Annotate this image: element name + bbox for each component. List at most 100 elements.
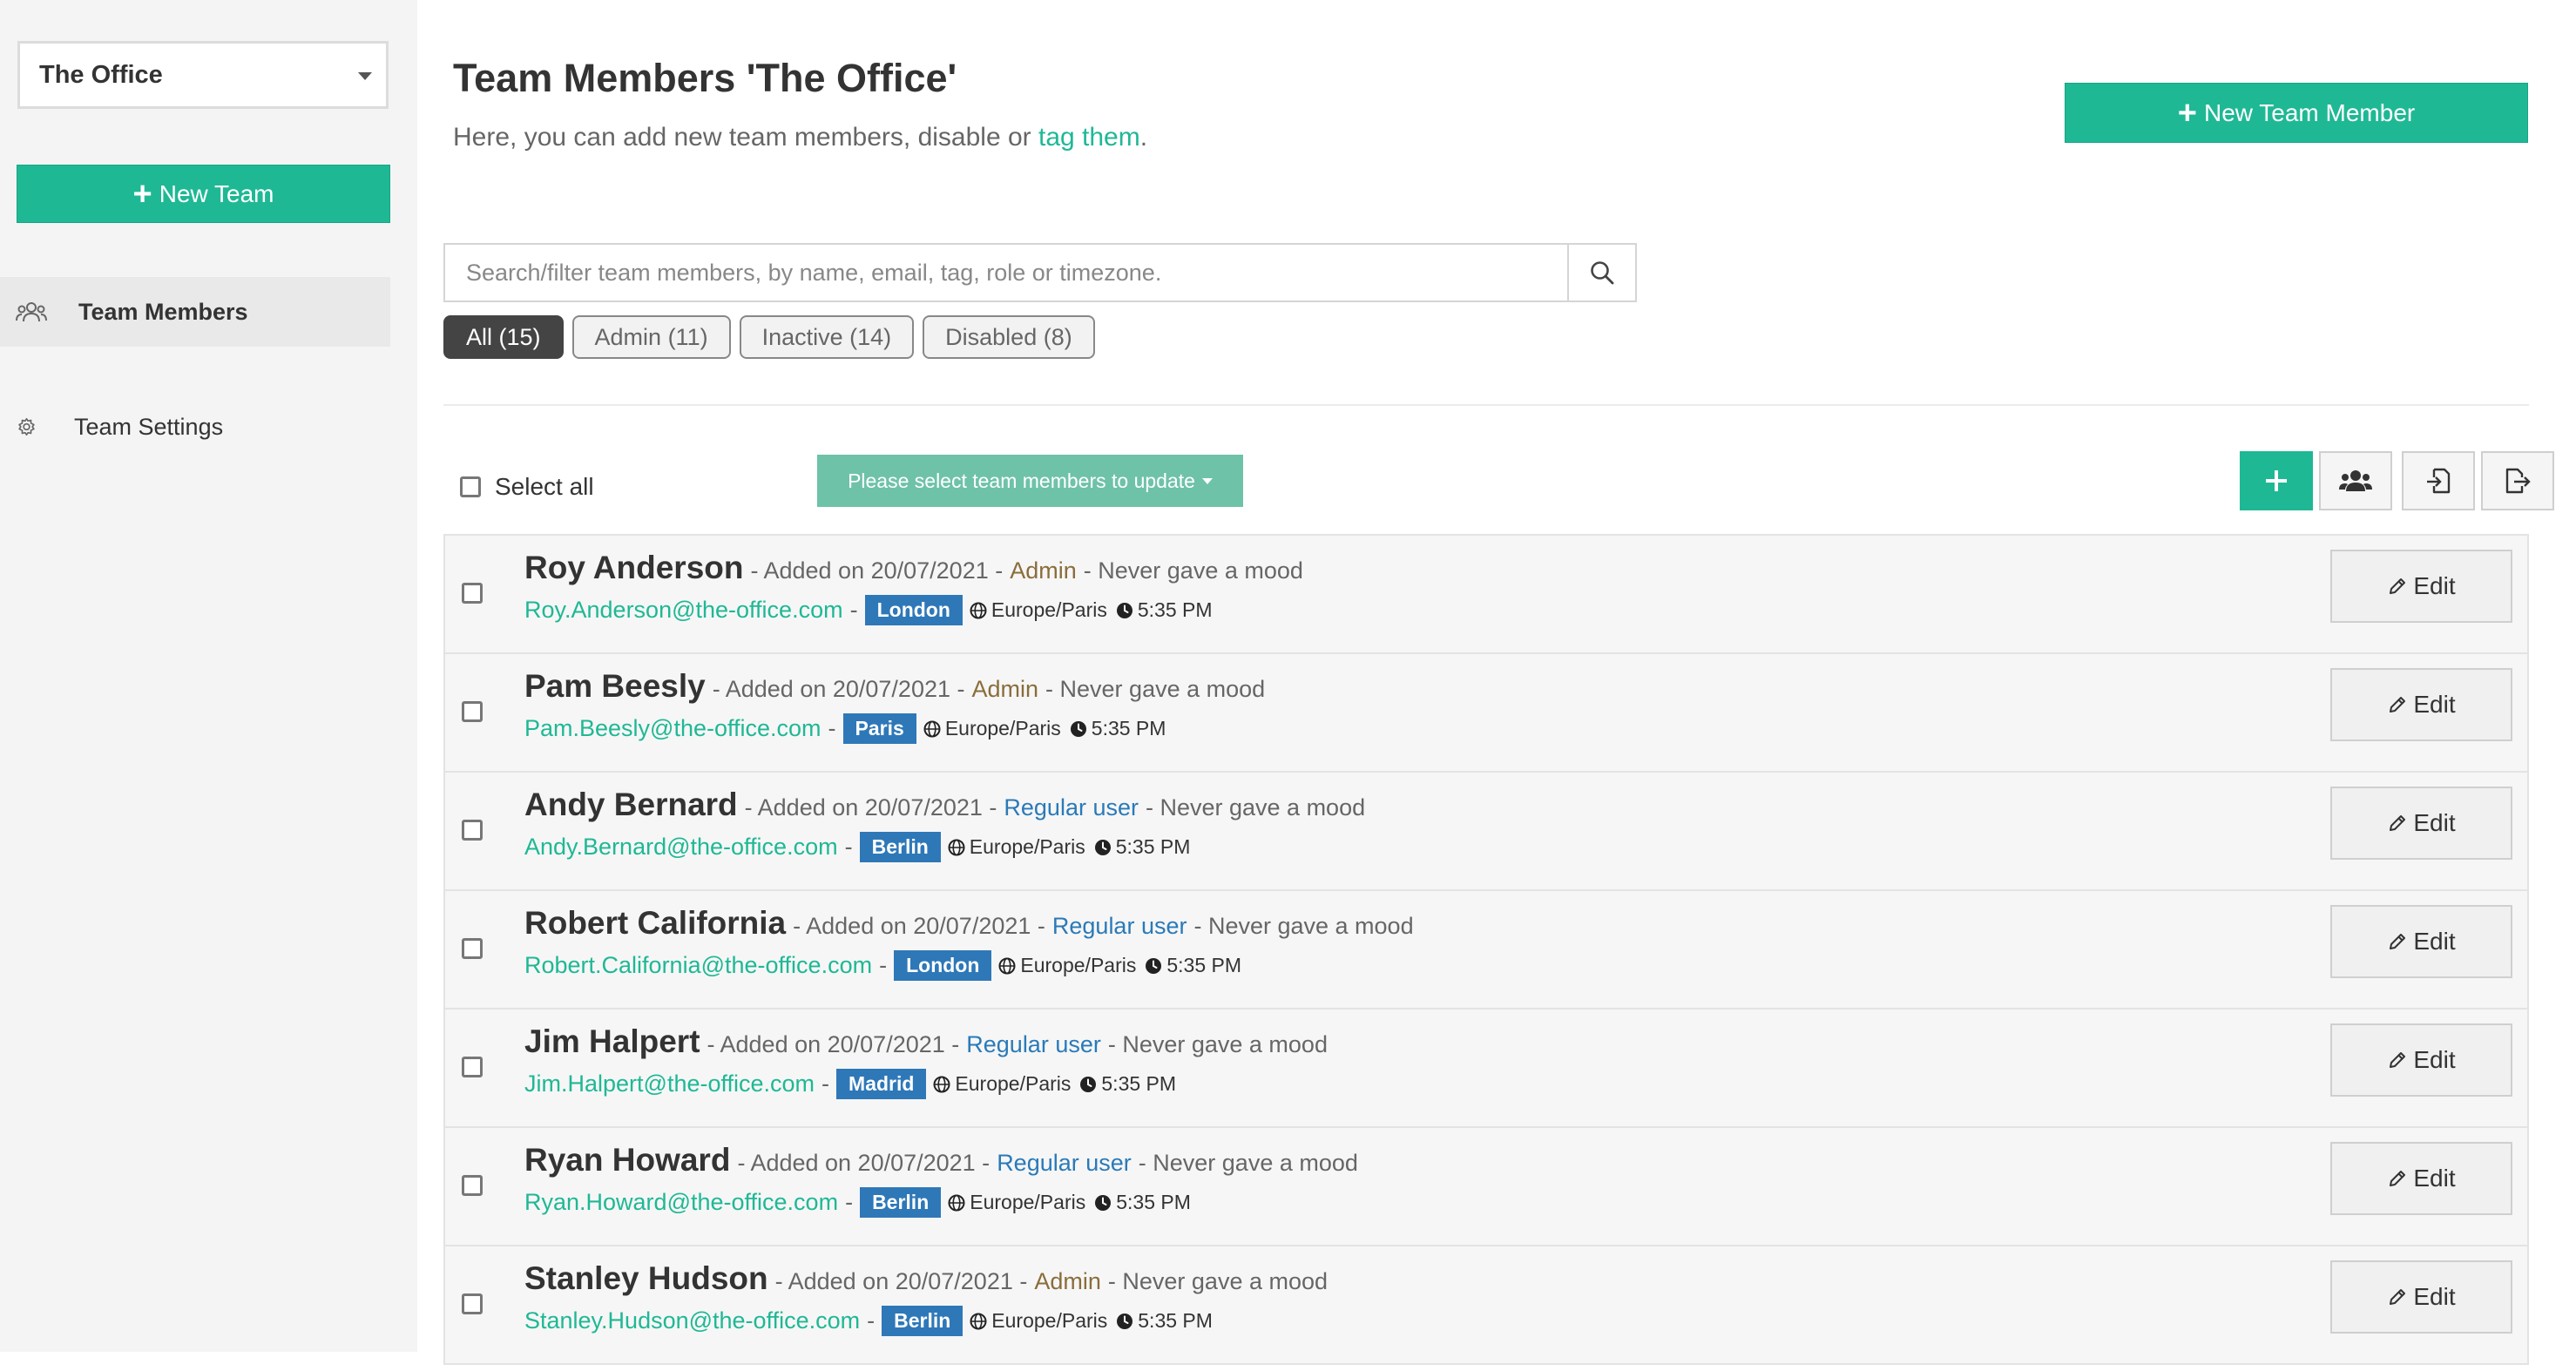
member-added-date: - Added on 20/07/2021 - bbox=[793, 913, 1045, 939]
globe-icon bbox=[948, 839, 965, 855]
plus-icon: + bbox=[2177, 94, 2197, 132]
member-local-time: 5:35 PM bbox=[1116, 598, 1213, 622]
member-email[interactable]: Robert.California@the-office.com bbox=[524, 952, 872, 979]
separator: - bbox=[844, 834, 853, 860]
member-checkbox[interactable] bbox=[462, 938, 483, 959]
local-time-label: 5:35 PM bbox=[1137, 598, 1213, 621]
city-tag-badge: Paris bbox=[842, 713, 916, 744]
member-email[interactable]: Roy.Anderson@the-office.com bbox=[524, 597, 843, 624]
tag-them-link[interactable]: tag them bbox=[1038, 123, 1140, 152]
globe-icon bbox=[970, 602, 987, 618]
separator: - bbox=[867, 1307, 876, 1334]
member-email[interactable]: Ryan.Howard@the-office.com bbox=[524, 1189, 838, 1216]
member-timezone: Europe/Paris bbox=[948, 1191, 1085, 1214]
member-details: Jim.Halpert@the-office.com - Madrid Euro… bbox=[524, 1069, 1176, 1099]
edit-member-button[interactable]: Edit bbox=[2330, 668, 2512, 741]
member-mood: - Never gave a mood bbox=[1107, 1031, 1328, 1057]
member-added-date: - Added on 20/07/2021 - bbox=[750, 557, 1004, 584]
member-checkbox[interactable] bbox=[462, 583, 483, 604]
separator: - bbox=[821, 1070, 830, 1097]
search-input[interactable] bbox=[443, 243, 1568, 302]
local-time-label: 5:35 PM bbox=[1101, 1072, 1177, 1095]
export-button[interactable] bbox=[2481, 451, 2554, 510]
edit-label: Edit bbox=[2413, 1165, 2456, 1192]
sidebar-item-team-members[interactable]: Team Members bbox=[0, 277, 390, 347]
new-team-member-label: New Team Member bbox=[2203, 98, 2416, 126]
city-tag-badge: Berlin bbox=[859, 832, 941, 862]
member-row: Robert California - Added on 20/07/2021 … bbox=[443, 889, 2529, 1008]
edit-member-button[interactable]: Edit bbox=[2330, 1260, 2512, 1334]
member-role: Admin bbox=[971, 676, 1039, 702]
subtitle-text: Here, you can add new team members, disa… bbox=[453, 123, 1038, 152]
member-added-date: - Added on 20/07/2021 - bbox=[744, 794, 997, 821]
member-name: Robert California bbox=[524, 905, 787, 941]
page-title: Team Members 'The Office' bbox=[453, 56, 957, 100]
globe-icon bbox=[948, 1194, 965, 1211]
pencil-icon bbox=[2390, 697, 2406, 713]
filter-inactive[interactable]: Inactive (14) bbox=[739, 315, 915, 359]
member-checkbox[interactable] bbox=[462, 820, 483, 841]
clock-icon bbox=[1070, 720, 1086, 737]
filter-admin[interactable]: Admin (11) bbox=[571, 315, 731, 359]
member-timezone: Europe/Paris bbox=[923, 717, 1061, 740]
edit-label: Edit bbox=[2413, 809, 2456, 836]
sidebar: The Office + New Team Team Members Team … bbox=[0, 0, 417, 1352]
member-details: Pam.Beesly@the-office.com - Paris Europe… bbox=[524, 713, 1166, 744]
member-mood: - Never gave a mood bbox=[1083, 557, 1303, 584]
clock-icon bbox=[1094, 839, 1111, 855]
page-subtitle: Here, you can add new team members, disa… bbox=[453, 123, 1147, 152]
add-member-button[interactable] bbox=[2240, 451, 2313, 510]
sidebar-item-team-settings[interactable]: Team Settings bbox=[0, 392, 390, 462]
new-team-button[interactable]: + New Team bbox=[17, 165, 390, 223]
pencil-icon bbox=[2390, 1052, 2406, 1068]
bulk-tags-button[interactable] bbox=[2319, 451, 2392, 510]
member-checkbox[interactable] bbox=[462, 1175, 483, 1196]
member-added-date: - Added on 20/07/2021 - bbox=[774, 1268, 1028, 1294]
team-select[interactable]: The Office bbox=[17, 41, 389, 109]
local-time-label: 5:35 PM bbox=[1138, 1309, 1213, 1332]
member-role: Regular user bbox=[1051, 913, 1187, 939]
member-name: Stanley Hudson bbox=[524, 1260, 768, 1296]
edit-label: Edit bbox=[2413, 691, 2456, 718]
filter-pills: All (15) Admin (11) Inactive (14) Disabl… bbox=[443, 315, 1095, 359]
filter-disabled[interactable]: Disabled (8) bbox=[923, 315, 1095, 359]
member-row: Andy Bernard - Added on 20/07/2021 - Reg… bbox=[443, 771, 2529, 889]
edit-member-button[interactable]: Edit bbox=[2330, 550, 2512, 623]
search-button[interactable] bbox=[1567, 243, 1637, 302]
member-email[interactable]: Pam.Beesly@the-office.com bbox=[524, 715, 821, 742]
sidebar-item-label: Team Settings bbox=[74, 413, 224, 440]
bulk-update-dropdown[interactable]: Please select team members to update bbox=[817, 455, 1243, 507]
pencil-icon bbox=[2390, 578, 2406, 594]
edit-member-button[interactable]: Edit bbox=[2330, 905, 2512, 978]
import-button[interactable] bbox=[2402, 451, 2475, 510]
edit-member-button[interactable]: Edit bbox=[2330, 1023, 2512, 1097]
file-export-icon bbox=[2505, 468, 2531, 494]
new-team-member-button[interactable]: + New Team Member bbox=[2065, 83, 2528, 143]
clock-icon bbox=[1117, 1313, 1133, 1329]
member-checkbox[interactable] bbox=[462, 1057, 483, 1077]
caret-down-icon bbox=[358, 72, 372, 80]
member-email[interactable]: Andy.Bernard@the-office.com bbox=[524, 834, 838, 861]
edit-member-button[interactable]: Edit bbox=[2330, 1142, 2512, 1215]
filter-all[interactable]: All (15) bbox=[443, 315, 564, 359]
member-role: Admin bbox=[1034, 1268, 1101, 1294]
timezone-label: Europe/Paris bbox=[991, 1309, 1108, 1332]
clock-icon bbox=[1146, 957, 1162, 974]
member-details: Ryan.Howard@the-office.com - Berlin Euro… bbox=[524, 1187, 1191, 1218]
edit-member-button[interactable]: Edit bbox=[2330, 787, 2512, 860]
select-all[interactable]: Select all bbox=[460, 473, 594, 501]
member-summary: Stanley Hudson - Added on 20/07/2021 - A… bbox=[524, 1260, 1328, 1297]
member-name: Roy Anderson bbox=[524, 550, 744, 585]
member-checkbox[interactable] bbox=[462, 1293, 483, 1314]
globe-icon bbox=[923, 720, 941, 737]
member-checkbox[interactable] bbox=[462, 701, 483, 722]
member-email[interactable]: Jim.Halpert@the-office.com bbox=[524, 1070, 815, 1097]
member-details: Stanley.Hudson@the-office.com - Berlin E… bbox=[524, 1306, 1213, 1336]
select-all-checkbox[interactable] bbox=[460, 476, 481, 497]
member-name: Andy Bernard bbox=[524, 787, 738, 822]
pencil-icon bbox=[2390, 1171, 2406, 1186]
member-summary: Ryan Howard - Added on 20/07/2021 - Regu… bbox=[524, 1142, 1358, 1179]
member-summary: Jim Halpert - Added on 20/07/2021 - Regu… bbox=[524, 1023, 1328, 1060]
member-email[interactable]: Stanley.Hudson@the-office.com bbox=[524, 1307, 860, 1334]
member-role: Regular user bbox=[997, 1150, 1132, 1176]
